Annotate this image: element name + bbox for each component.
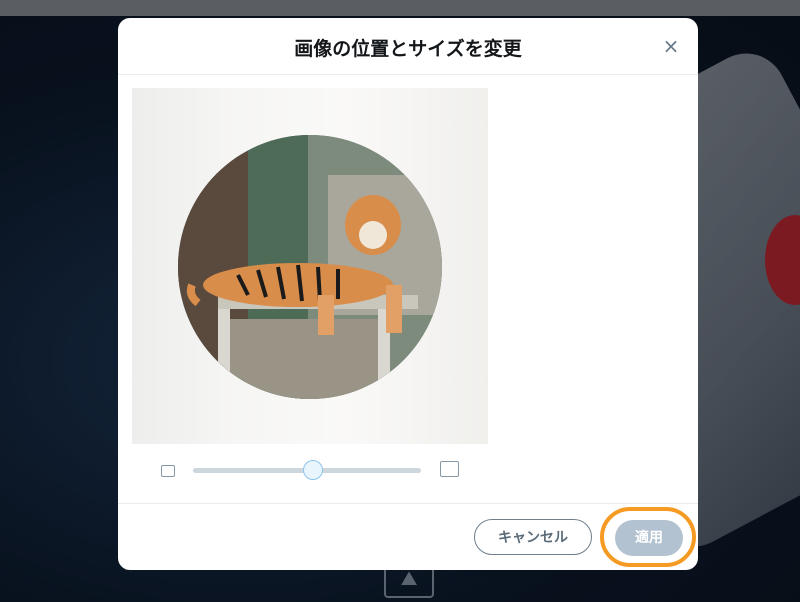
crop-dialog: 画像の位置とサイズを変更 × キャンセル 適用 xyxy=(118,18,698,570)
cancel-button[interactable]: キャンセル xyxy=(474,519,592,555)
dialog-title: 画像の位置とサイズを変更 xyxy=(294,38,522,60)
apply-button[interactable]: 適用 xyxy=(615,520,683,556)
dialog-header: 画像の位置とサイズを変更 × xyxy=(118,18,698,75)
dialog-footer: キャンセル 適用 xyxy=(118,503,698,570)
close-icon[interactable]: × xyxy=(658,33,684,59)
zoom-slider[interactable] xyxy=(193,460,421,480)
tiger-photo xyxy=(178,135,442,399)
zoom-control xyxy=(158,458,459,482)
crop-area[interactable] xyxy=(132,88,488,444)
slider-fill xyxy=(193,468,312,473)
crop-circle[interactable] xyxy=(178,135,442,399)
slider-thumb[interactable] xyxy=(302,460,323,480)
large-image-icon[interactable] xyxy=(440,461,459,477)
small-image-icon[interactable] xyxy=(161,465,175,477)
